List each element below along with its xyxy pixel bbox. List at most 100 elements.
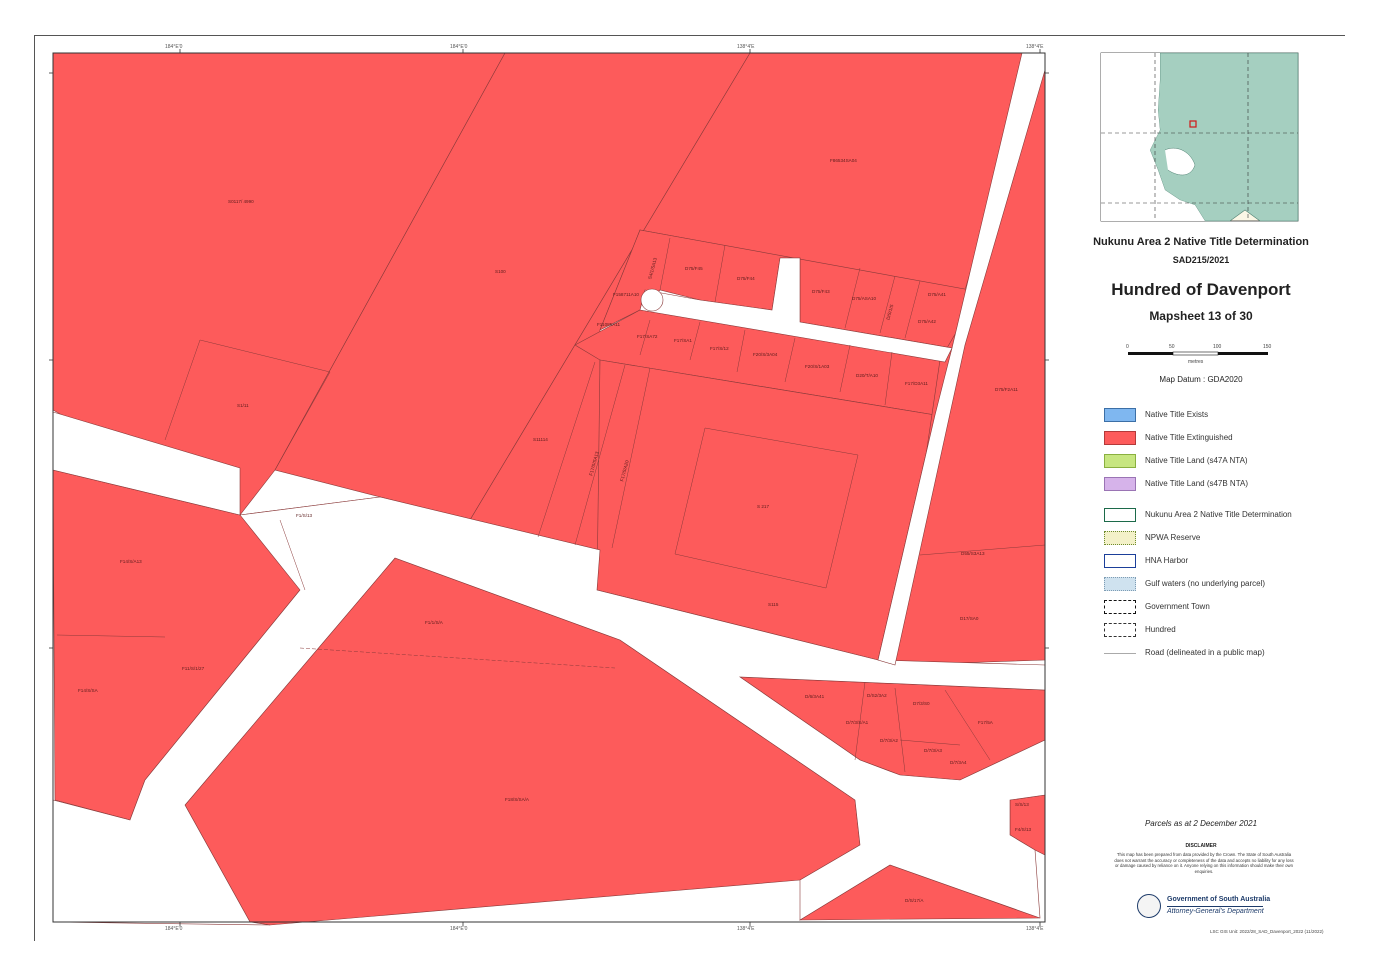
tick-label-top: 138°4'E	[737, 44, 755, 50]
legend-item: Gulf waters (no underlying parcel)	[1104, 577, 1334, 593]
parcel-label: F17/SA72	[637, 334, 658, 339]
legend-label: Native Title Land (s47B NTA)	[1145, 479, 1249, 488]
scale-tick: 100	[1213, 344, 1222, 350]
legend-label: Nukunu Area 2 Native Title Determination	[1145, 510, 1292, 519]
parcel-label: F4/S/13	[1015, 827, 1032, 832]
parcel-label: F17/D3A11	[905, 381, 928, 386]
parcel-label: D17/SA0	[960, 616, 979, 621]
legend-item: Hundred	[1104, 623, 1334, 639]
parcel-label: D/7/3/A3	[924, 748, 942, 753]
tick-label-top: 184°E'0	[165, 44, 183, 50]
government-rule	[1167, 906, 1263, 907]
scale-bar	[1128, 351, 1268, 356]
tick-label-bottom: 138°4'E	[737, 926, 755, 932]
parcel-label: F1/S/13	[296, 513, 313, 518]
legend-swatch	[1104, 431, 1136, 445]
parcel-label: D/7/3/S/A1	[846, 720, 869, 725]
parcel-label: S100	[495, 269, 506, 274]
parcel-label: D75/ASA10	[852, 296, 876, 301]
tick-label-bottom: 184°E'0	[450, 926, 468, 932]
tick-label-top: 184°E'0	[450, 44, 468, 50]
legend-swatch	[1104, 408, 1136, 422]
legend-swatch	[1104, 653, 1136, 654]
parcel-label: D75/A41	[928, 292, 946, 297]
parcel-label: D75/F44	[737, 276, 755, 281]
footer-reference: LSC GIS Unit: 2022/28_SAD_Davenport_2022…	[1210, 929, 1324, 934]
parcel-label: F17/SA1	[674, 338, 692, 343]
legend-item: Government Town	[1104, 600, 1334, 616]
legend-label: Government Town	[1145, 602, 1210, 611]
legend-label: Native Title Extinguished	[1145, 433, 1233, 442]
legend-swatch	[1104, 623, 1136, 637]
legend-item: Native Title Exists	[1104, 408, 1334, 424]
legend-item: HNA Harbor	[1104, 554, 1334, 570]
legend-swatch	[1104, 577, 1136, 591]
parcel-label: S 217	[757, 504, 769, 509]
legend-item: Road (delineated in a public map)	[1104, 646, 1334, 662]
parcel-label: F11085A11	[597, 322, 621, 327]
tick-label-top: 138°4'E	[1026, 44, 1044, 50]
parcel-label: S1/11	[237, 403, 249, 408]
tick-label-bottom: 138°4'E	[1026, 926, 1044, 932]
parcel-label: D/S2/3A2	[867, 693, 887, 698]
case-number: SAD215/2021	[1172, 255, 1230, 265]
legend-label: Native Title Land (s47A NTA)	[1145, 456, 1248, 465]
disclaimer-heading: DISCLAIMER	[1185, 843, 1217, 849]
legend-swatch	[1104, 554, 1136, 568]
legend-swatch	[1104, 477, 1136, 491]
legend-label: NPWA Reserve	[1145, 533, 1201, 542]
legend-swatch	[1104, 531, 1136, 545]
parcel-label: F158711A10	[613, 292, 639, 297]
parcel-label: D75/A42	[918, 319, 936, 324]
tick-label-bottom: 184°E'0	[165, 926, 183, 932]
legend-item: Native Title Land (s47B NTA)	[1104, 477, 1334, 493]
road-cul-de-sac-bulb	[640, 288, 664, 312]
parcel-label: F17/S/12	[710, 346, 729, 351]
parcel-label: D/6/3A41	[805, 694, 825, 699]
department-name: Attorney-General's Department	[1167, 908, 1264, 915]
parcel-label: D/7/3A4	[950, 760, 967, 765]
legend-label: Native Title Exists	[1145, 410, 1209, 419]
parcel-label: S0117/ 4990	[228, 199, 254, 204]
legend-label: Hundred	[1145, 625, 1176, 634]
parcel-label: F14/S/SA	[78, 688, 99, 693]
legend-label: HNA Harbor	[1145, 556, 1189, 565]
legend-item: NPWA Reserve	[1104, 531, 1334, 547]
scale-tick: 50	[1169, 344, 1175, 350]
parcels-date: Parcels as at 2 December 2021	[1144, 819, 1258, 828]
parcel-label: D75/F2A11	[995, 387, 1018, 392]
parcel-label: D7/3/S0	[913, 701, 930, 706]
parcel-label: S11114	[533, 437, 548, 442]
legend-label: Gulf waters (no underlying parcel)	[1145, 579, 1266, 588]
government-name: Government of South Australia	[1167, 896, 1271, 903]
legend-item: Nukunu Area 2 Native Title Determination	[1104, 508, 1334, 524]
parcel-label: F20/S/1A03	[805, 364, 830, 369]
hundred-title: Hundred of Davenport	[1111, 280, 1291, 299]
government-crest-icon	[1137, 894, 1161, 918]
parcel-label: S/S/13	[1015, 802, 1029, 807]
project-title: Nukunu Area 2 Native Title Determination	[1093, 236, 1309, 248]
parcel-label: D/7/3/A2	[880, 738, 898, 743]
parcel-label: S115	[768, 602, 779, 607]
scale-tick: 0	[1126, 344, 1129, 350]
disclaimer-text: This map has been prepared from data pro…	[1114, 852, 1294, 874]
parcel-label: F11/S/1/27	[182, 666, 205, 671]
legend-swatch	[1104, 454, 1136, 468]
parcel-label: F1/1/S/A	[425, 620, 444, 625]
parcel-label: F14/S/A13	[120, 559, 142, 564]
map-datum: Map Datum : GDA2020	[1159, 375, 1243, 384]
parcel-label: D20/T/A10	[856, 373, 878, 378]
legend-item: Native Title Land (s47A NTA)	[1104, 454, 1334, 470]
legend-swatch	[1104, 508, 1136, 522]
parcel-label: D75/F45	[685, 266, 703, 271]
parcel-label: D/S/17/A	[905, 898, 924, 903]
scale-tick: 150	[1263, 344, 1272, 350]
scale-unit: metres	[1188, 359, 1204, 365]
parcel-label: D55/S3A13	[961, 551, 985, 556]
mapsheet-number: Mapsheet 13 of 30	[1149, 309, 1253, 323]
parcel-label: F18/S/SA/A	[505, 797, 530, 802]
parcel-label: D75/F43	[812, 289, 830, 294]
legend-item: Native Title Extinguished	[1104, 431, 1334, 447]
inset-locator-map	[1100, 52, 1299, 222]
parcel-label: F17/5A	[978, 720, 994, 725]
